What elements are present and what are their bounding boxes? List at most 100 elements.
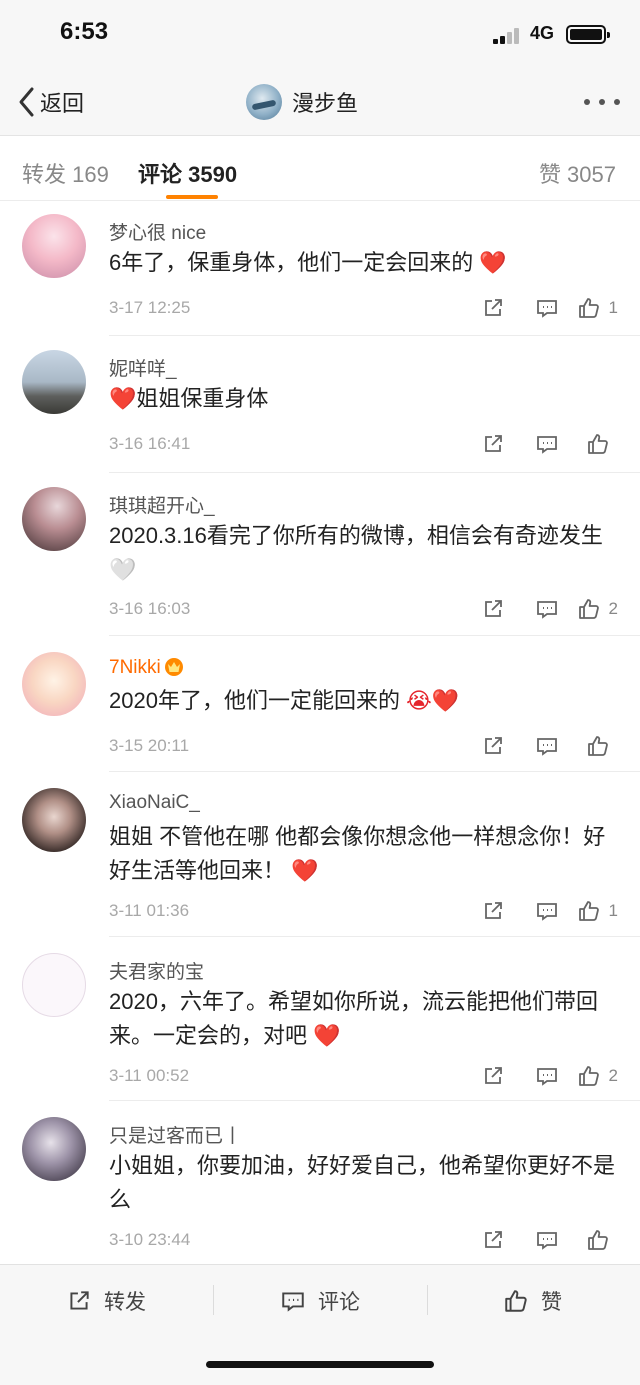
share-icon (485, 435, 502, 452)
like-button[interactable]: 1 (574, 897, 618, 925)
comment-time: 3-17 12:25 (109, 298, 191, 317)
signal-icon (493, 28, 521, 44)
reply-button[interactable] (520, 294, 574, 322)
comment-actions: 1 (466, 897, 618, 925)
comment-item: 只是过客而已丨 小姐姐，你要加油，好好爱自己，他希望你更好不是么 3-10 23… (0, 1101, 640, 1264)
comment-icon (537, 436, 557, 454)
reply-button[interactable] (520, 897, 574, 925)
reply-button[interactable] (520, 430, 574, 458)
comment-author[interactable]: 只是过客而已丨 (109, 1121, 242, 1148)
reply-button[interactable] (520, 595, 574, 623)
like-button[interactable]: 赞 (503, 1285, 562, 1317)
like-count: 1 (608, 298, 618, 317)
comment-time: 3-11 00:52 (109, 1066, 190, 1085)
comment-author[interactable]: 妮咩咩_ (109, 354, 177, 381)
battery-icon (566, 25, 610, 44)
network-label: 4G (530, 23, 555, 43)
comment-author[interactable]: 7Nikki (109, 656, 185, 679)
back-button[interactable]: 返回 (16, 84, 84, 120)
reply-button[interactable] (520, 1062, 574, 1090)
share-button[interactable] (466, 732, 520, 760)
share-button[interactable] (466, 1062, 520, 1090)
thumbs-up-icon (588, 1230, 608, 1250)
reply-button[interactable] (520, 1226, 574, 1254)
reply-button[interactable] (520, 732, 574, 760)
comment-text: 小姐姐，你要加油，好好爱自己，他希望你更好不是么 (109, 1153, 616, 1212)
divider (213, 1285, 214, 1315)
comment-item: 梦心很 nice 6年了，保重身体，他们一定会回来的 ❤️ 3-17 12:25… (0, 202, 640, 336)
thumbs-up-icon (588, 434, 608, 454)
comment-author[interactable]: 琪琪超开心_ (109, 491, 215, 518)
thumbs-up-icon (578, 1066, 599, 1086)
share-icon (485, 600, 502, 617)
home-indicator (206, 1361, 434, 1368)
thumbs-up-icon (578, 901, 599, 921)
tab-repost[interactable]: 转发 169 (22, 157, 109, 189)
comment-time: 3-16 16:03 (109, 599, 191, 618)
thumbs-up-icon (578, 298, 599, 318)
comment-time: 3-15 20:11 (109, 736, 190, 755)
comment-time: 3-10 23:44 (109, 1230, 191, 1249)
comment-actions: 2 (466, 595, 618, 623)
comment-text: 2020，六年了。希望如你所说，流云能把他们带回来。一定会的，对吧 ❤️ (109, 989, 598, 1048)
comment-time: 3-11 01:36 (109, 901, 190, 920)
comment-icon (282, 1292, 304, 1312)
thumbs-up-icon (578, 599, 599, 619)
like-button[interactable]: 2 (574, 595, 618, 623)
back-label: 返回 (40, 91, 85, 116)
like-button[interactable] (574, 732, 618, 760)
like-button[interactable]: 1 (574, 294, 618, 322)
like-button[interactable]: 2 (574, 1062, 618, 1090)
chevron-left-icon (19, 87, 34, 117)
comment-text: ❤️姐姐保重身体 (109, 386, 269, 411)
comment-actions (466, 1226, 618, 1254)
avatar[interactable] (22, 1117, 86, 1181)
repost-button[interactable]: 转发 (66, 1285, 146, 1317)
tab-bar: 转发 169 评论 3590 赞 3057 (0, 137, 640, 201)
share-button[interactable] (466, 1226, 520, 1254)
avatar[interactable] (22, 350, 86, 414)
avatar (246, 84, 282, 120)
share-button[interactable] (466, 430, 520, 458)
comment-item: 7Nikki 2020年了，他们一定能回来的 😭❤️ 3-15 20:11 (0, 636, 640, 772)
divider (427, 1285, 428, 1315)
more-icon[interactable] (584, 94, 620, 110)
comment-actions (466, 430, 618, 458)
share-button[interactable] (466, 595, 520, 623)
share-icon (70, 1291, 89, 1310)
comment-actions: 1 (466, 294, 618, 322)
comment-actions: 2 (466, 1062, 618, 1090)
avatar[interactable] (22, 487, 86, 551)
share-button[interactable] (466, 294, 520, 322)
share-icon (485, 299, 502, 316)
comment-button[interactable]: 评论 (280, 1285, 360, 1317)
avatar[interactable] (22, 214, 86, 278)
comment-author[interactable]: 梦心很 nice (109, 218, 206, 245)
avatar[interactable] (22, 788, 86, 852)
avatar[interactable] (22, 953, 86, 1017)
like-count: 2 (608, 599, 618, 618)
nav-profile[interactable]: 漫步鱼 (246, 82, 358, 122)
status-time: 6:53 (60, 18, 109, 45)
share-icon (485, 1231, 502, 1248)
comment-author[interactable]: XiaoNaiC_ (109, 792, 200, 814)
like-button[interactable] (574, 1226, 618, 1254)
page-title: 漫步鱼 (292, 91, 359, 116)
comment-text: 2020.3.16看完了你所有的微博，相信会有奇迹发生🤍 (109, 523, 603, 582)
like-count: 2 (608, 1066, 618, 1085)
tab-comment[interactable]: 评论 3590 (138, 157, 237, 189)
comment-item: XiaoNaiC_ 姐姐 不管他在哪 他都会像你想念他一样想念你！好好生活等他回… (0, 772, 640, 937)
share-button[interactable] (466, 897, 520, 925)
avatar[interactable] (22, 652, 86, 716)
status-bar: 6:53 4G (0, 0, 640, 70)
like-count: 1 (608, 901, 618, 920)
comment-label: 评论 (318, 1291, 360, 1314)
tab-like[interactable]: 赞 3057 (539, 157, 616, 189)
like-button[interactable] (574, 430, 618, 458)
comment-time: 3-16 16:41 (109, 434, 191, 453)
comment-icon (537, 903, 557, 921)
comment-item: 夫君家的宝 2020，六年了。希望如你所说，流云能把他们带回来。一定会的，对吧 … (0, 937, 640, 1101)
nav-bar: 返回 漫步鱼 (0, 70, 640, 136)
comment-author[interactable]: 夫君家的宝 (109, 957, 204, 984)
tab-indicator (166, 195, 218, 199)
